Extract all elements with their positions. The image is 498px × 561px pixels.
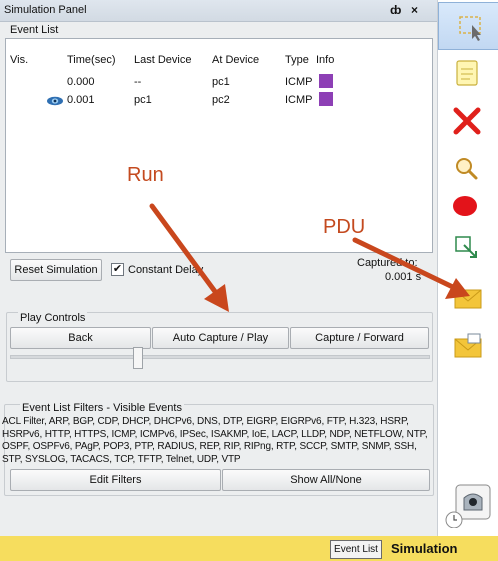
close-panel-icon[interactable]: × — [411, 3, 418, 17]
eye-icon[interactable] — [46, 96, 64, 106]
delete-tool[interactable] — [438, 97, 498, 145]
delete-icon — [453, 107, 481, 135]
event-last-device: pc1 — [134, 94, 152, 106]
column-header-info: Info — [316, 54, 335, 66]
select-tool[interactable] — [438, 2, 498, 50]
event-list-label: Event List — [10, 24, 59, 36]
event-list-table[interactable]: Vis. Time(sec) Last Device At Device Typ… — [5, 38, 433, 253]
simulation-panel: Simulation Panel ȸ × Event List Vis. Tim… — [0, 0, 437, 536]
captured-to-label: Captured to: — [357, 257, 418, 269]
event-time: 0.000 — [67, 76, 95, 88]
resize-icon — [455, 236, 477, 258]
resize-tool[interactable] — [438, 221, 498, 269]
column-header-at-device: At Device — [212, 54, 260, 66]
column-header-type: Type — [285, 54, 309, 66]
event-type: ICMP — [285, 76, 313, 88]
edit-filters-button[interactable]: Edit Filters — [10, 469, 221, 491]
play-speed-slider[interactable] — [10, 355, 430, 359]
simulation-mode-label[interactable]: Simulation — [391, 541, 457, 556]
column-header-vis: Vis. — [10, 54, 29, 66]
capture-forward-button[interactable]: Capture / Forward — [290, 327, 429, 349]
play-controls-label: Play Controls — [18, 312, 88, 324]
event-list-tab[interactable]: Event List — [330, 540, 382, 559]
panel-title-bar: Simulation Panel ȸ × — [0, 0, 437, 22]
event-time: 0.001 — [67, 94, 95, 106]
note-icon — [456, 60, 478, 86]
event-at-device: pc2 — [212, 94, 230, 106]
run-annotation: Run — [127, 164, 164, 186]
auto-capture-play-button[interactable]: Auto Capture / Play — [152, 327, 289, 349]
captured-to-value: 0.001 s — [385, 271, 422, 283]
event-last-device: -- — [134, 76, 142, 88]
common-tools-bar — [437, 0, 498, 561]
event-at-device: pc1 — [212, 76, 230, 88]
panel-title: Simulation Panel — [4, 4, 87, 16]
float-panel-icon[interactable]: ȸ — [390, 3, 401, 17]
event-type: ICMP — [285, 94, 313, 106]
simple-pdu-tool[interactable] — [438, 275, 498, 323]
pdu-annotation: PDU — [323, 216, 366, 238]
play-speed-slider-handle[interactable] — [133, 347, 143, 369]
column-header-last-device: Last Device — [134, 54, 192, 66]
event-info-swatch[interactable] — [319, 74, 333, 88]
clock-icon[interactable] — [444, 482, 494, 528]
complex-pdu-tool[interactable] — [438, 322, 498, 370]
constant-delay-checkbox[interactable]: ✔ — [111, 263, 124, 276]
column-header-time: Time(sec) — [67, 54, 116, 66]
event-info-swatch[interactable] — [319, 92, 333, 106]
filters-label: Event List Filters - Visible Events — [20, 402, 184, 414]
complex-pdu-icon — [454, 333, 482, 358]
back-button[interactable]: Back — [10, 327, 151, 349]
simple-pdu-icon — [454, 289, 482, 309]
select-icon — [459, 16, 481, 41]
reset-simulation-button[interactable]: Reset Simulation — [10, 259, 102, 281]
note-tool[interactable] — [438, 49, 498, 97]
constant-delay-label: Constant Delay — [128, 264, 204, 276]
filters-list-text: ACL Filter, ARP, BGP, CDP, DHCP, DHCPv6,… — [2, 416, 428, 465]
show-all-none-button[interactable]: Show All/None — [222, 469, 430, 491]
